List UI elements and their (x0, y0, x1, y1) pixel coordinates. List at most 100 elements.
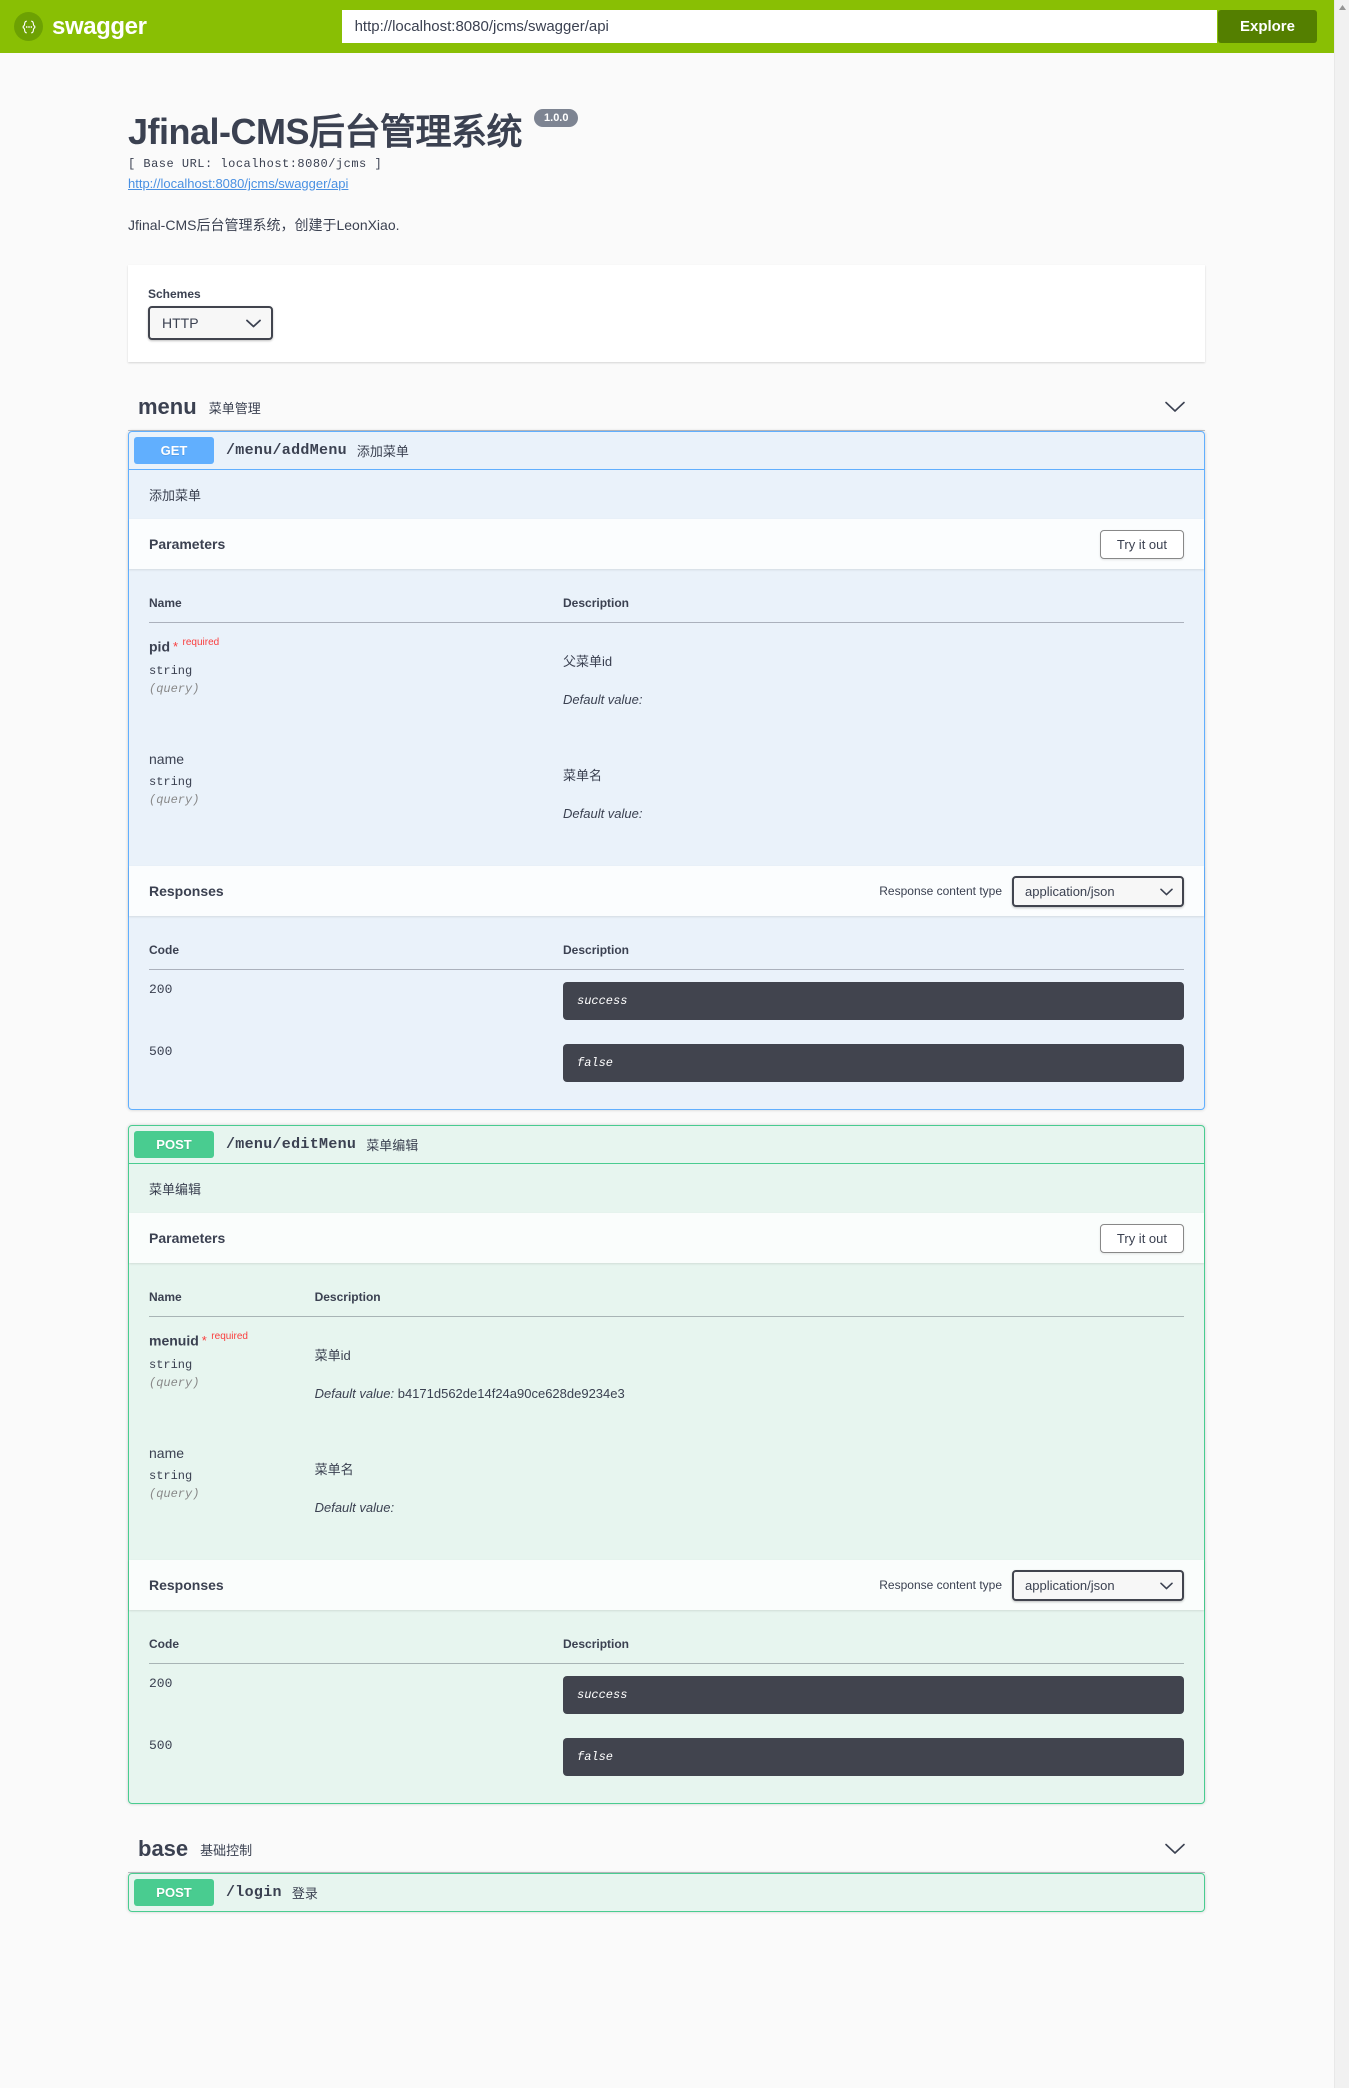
tag-name: base (138, 1836, 189, 1861)
http-method-badge: GET (134, 437, 214, 464)
default-value-text: b4171d562de14f24a90ce628de9234e3 (397, 1386, 625, 1401)
table-row: 500 false (149, 1726, 1184, 1788)
page-scrollbar[interactable] (1334, 0, 1349, 2088)
operation-summary[interactable]: POST /menu/editMenu 菜单编辑 (129, 1126, 1204, 1164)
responses-table: Code Description 200 success 500 false (149, 931, 1184, 1094)
parameter-location: (query) (149, 793, 200, 807)
required-label: required (211, 1331, 248, 1342)
parameters-header: Parameters Try it out (129, 519, 1204, 569)
table-row: name string (query) 菜单名 Default value: (149, 1431, 1184, 1545)
chevron-down-icon (1160, 884, 1173, 899)
parameter-location: (query) (149, 1487, 200, 1501)
parameter-description-cell: 菜单名 Default value: (315, 1431, 1184, 1545)
responses-header: Responses Response content type applicat… (129, 1560, 1204, 1610)
required-label: required (182, 637, 220, 648)
table-row: pid * required string (query) 父菜单id Defau… (149, 623, 1184, 738)
table-row: 500 false (149, 1032, 1184, 1094)
schemes-label: Schemes (148, 287, 201, 301)
column-header-code: Code (149, 931, 563, 970)
response-content-type-label: Response content type (879, 884, 1002, 898)
spec-url-form: Explore (341, 10, 1317, 43)
try-it-out-button[interactable]: Try it out (1099, 1223, 1184, 1253)
operation-description: 菜单编辑 (149, 1182, 202, 1197)
swagger-logo-text: swagger (52, 12, 147, 40)
parameter-description-cell: 父菜单id Default value: (563, 623, 1184, 738)
parameters-table: Name Description menuid * required strin… (149, 1278, 1184, 1545)
response-content-type-select[interactable]: application/json (1012, 1569, 1184, 1601)
http-method-badge: POST (134, 1879, 214, 1906)
operation-summary[interactable]: GET /menu/addMenu 添加菜单 (129, 432, 1204, 470)
operation-summary[interactable]: POST /login 登录 (129, 1874, 1204, 1911)
parameter-description: 父菜单id (563, 654, 613, 669)
default-value-label: Default value: (314, 1386, 395, 1401)
parameter-name: name (149, 751, 185, 767)
chevron-down-icon[interactable] (1165, 401, 1185, 413)
operation-description: 添加菜单 (149, 488, 202, 503)
response-description-cell: success (563, 970, 1184, 1033)
responses-title: Responses (149, 883, 224, 899)
response-code: 500 (149, 1044, 173, 1059)
table-row: menuid * required string (query) 菜单id Def… (149, 1317, 1184, 1432)
api-info: Jfinal-CMS后台管理系统 1.0.0 [ Base URL: local… (0, 103, 1335, 235)
parameter-type: string (149, 1469, 193, 1483)
tag-header-menu[interactable]: menu 菜单管理 (128, 384, 1205, 431)
swagger-logo[interactable]: swagger (14, 12, 147, 41)
tag-section-menu: menu 菜单管理 GET /menu/addMenu 添加菜单 添加菜单 Pa… (128, 384, 1205, 1804)
schemes-selected-value: HTTP (162, 315, 199, 331)
response-code: 500 (149, 1738, 173, 1753)
try-it-out-button[interactable]: Try it out (1099, 529, 1184, 559)
schemes-select[interactable]: HTTP (148, 306, 273, 340)
parameter-description: 菜单名 (314, 1462, 354, 1477)
schemes-container: Schemes HTTP (128, 265, 1205, 362)
tag-name: menu (138, 394, 197, 419)
topbar: swagger Explore (0, 0, 1335, 53)
table-header-row: Name Description (149, 584, 1184, 623)
parameter-description-cell: 菜单名 Default value: (563, 737, 1184, 851)
response-content-type-label: Response content type (879, 1578, 1002, 1592)
response-content-type-select[interactable]: application/json (1012, 875, 1184, 907)
parameter-default-value: Default value: b4171d562de14f24a90ce628d… (315, 1386, 1184, 1401)
api-description: Jfinal-CMS后台管理系统，创建于LeonXiao. (128, 217, 400, 233)
response-description-cell: false (563, 1726, 1184, 1788)
column-header-description: Description (563, 584, 1184, 623)
response-description-cell: false (563, 1032, 1184, 1094)
spec-url-input[interactable] (341, 10, 1217, 43)
api-title-row: Jfinal-CMS后台管理系统 1.0.0 (128, 103, 1335, 155)
parameter-name-cell: name string (query) (149, 737, 563, 851)
table-header-row: Code Description (149, 1625, 1184, 1664)
column-header-name: Name (149, 584, 563, 623)
version-badge: 1.0.0 (534, 109, 579, 127)
responses-table: Code Description 200 success 500 false (149, 1625, 1184, 1788)
swagger-ui-page: Jfinal-CMS后台管理系统 1.0.0 [ Base URL: local… (0, 103, 1335, 1912)
chevron-down-icon[interactable] (1165, 1843, 1185, 1855)
parameter-default-value: Default value: (563, 806, 1184, 821)
parameters-title: Parameters (149, 1230, 226, 1246)
responses-title: Responses (149, 1577, 224, 1593)
responses-header: Responses Response content type applicat… (129, 866, 1204, 916)
operation-post-menu-editmenu: POST /menu/editMenu 菜单编辑 菜单编辑 Parameters… (128, 1125, 1205, 1804)
parameter-location: (query) (149, 682, 200, 697)
parameter-name: menuid (149, 1332, 199, 1349)
parameters-table: Name Description pid * required string (… (149, 584, 1184, 851)
response-description: false (563, 1738, 1184, 1776)
explore-button[interactable]: Explore (1217, 10, 1317, 43)
response-content-type-value: application/json (1025, 883, 1115, 899)
page-title: Jfinal-CMS后台管理系统 (128, 111, 523, 152)
required-star-icon: * (201, 1333, 207, 1349)
parameters-header: Parameters Try it out (129, 1213, 1204, 1263)
swagger-braces-icon (14, 12, 43, 41)
table-header-row: Name Description (149, 1278, 1184, 1317)
base-url: [ Base URL: localhost:8080/jcms ] (128, 157, 383, 171)
parameters-title: Parameters (149, 536, 226, 552)
default-value-label: Default value: (563, 692, 643, 707)
http-method-badge: POST (134, 1131, 214, 1158)
response-description: success (563, 1676, 1184, 1714)
scroll-arrow-up-icon[interactable] (1335, 0, 1349, 14)
response-content-type-value: application/json (1025, 1577, 1115, 1593)
table-row: 200 success (149, 970, 1184, 1033)
parameters-table-container: Name Description menuid * required strin… (129, 1263, 1204, 1560)
default-value-label: Default value: (314, 1500, 395, 1515)
spec-link[interactable]: http://localhost:8080/jcms/swagger/api (128, 176, 348, 191)
operation-path: /login (226, 1884, 282, 1901)
tag-header-base[interactable]: base 基础控制 (128, 1826, 1205, 1873)
